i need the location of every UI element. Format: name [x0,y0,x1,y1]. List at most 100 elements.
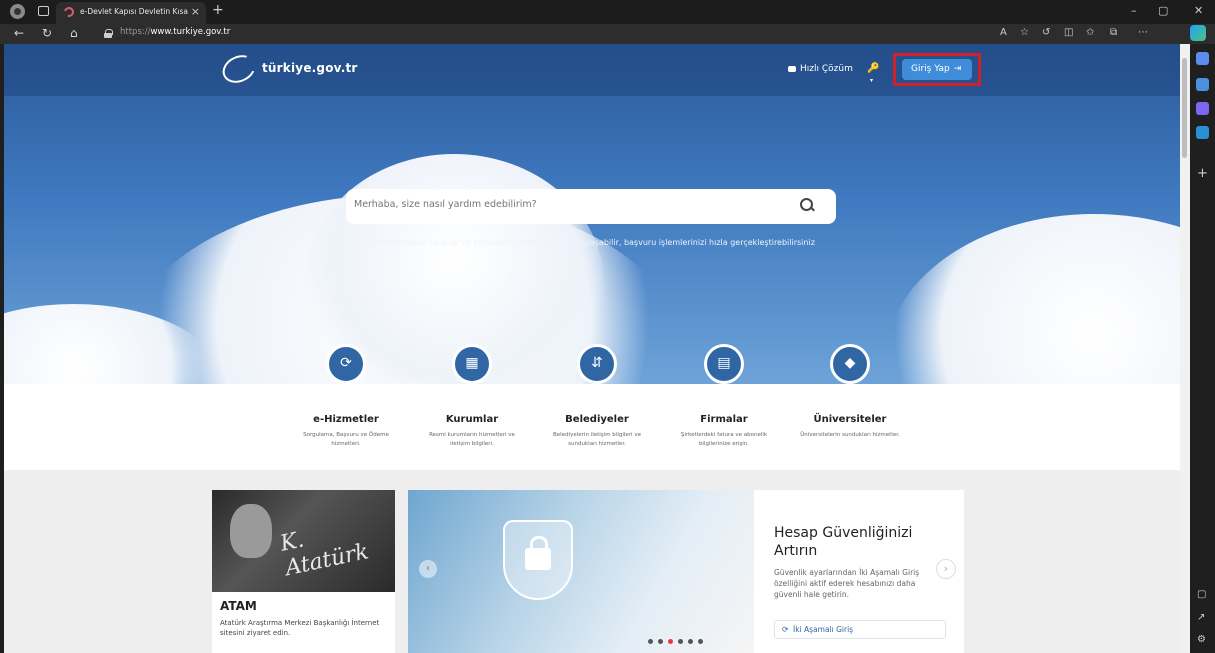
new-tab-button[interactable]: + [212,2,224,18]
giris-yap-button[interactable]: Giriş Yap ⇥ [902,59,972,80]
search-icon[interactable] [800,198,814,212]
service-circle: ⟳ [326,344,366,384]
read-aloud-icon[interactable]: A [1000,27,1007,38]
sync-icon: ⟳ [782,625,789,634]
hizli-cozum-label: Hızlı Çözüm [800,64,853,74]
home-icon[interactable]: ⌂ [70,26,78,40]
atam-card[interactable]: K. Atatürk ATAM Atatürk Araştırma Merkez… [212,490,395,653]
service-circle: ▦ [452,344,492,384]
profile-icon[interactable] [10,4,25,19]
services-strip [4,384,1180,470]
service-desc: Belediyelerin iletişim bilgileri ve sund… [553,432,641,447]
page-scrollbar[interactable] [1180,44,1190,653]
chat-icon [788,65,796,72]
atam-desc: Atatürk Araştırma Merkezi Başkanlığı İnt… [220,619,380,637]
address-bar-row: ← ↻ ⌂ https://www.turkiye.gov.tr A ☆ ↺ ◫… [0,24,1215,44]
service-title: Belediyeler [565,414,629,425]
graduation-cap-icon: ◆ [844,355,856,371]
search-box[interactable] [346,189,836,224]
security-illustration: ‹ [408,490,754,653]
ataturk-photo: K. Atatürk [212,490,395,592]
split-screen-icon[interactable]: ◫ [1064,27,1073,38]
service-desc: Şirketlerdeki fatura ve abonelik bilgile… [680,432,768,447]
open-external-icon[interactable]: ↗ [1197,612,1205,623]
search-input[interactable] [354,199,774,210]
carousel-dot[interactable] [698,639,703,644]
promo-link-label: İki Aşamalı Giriş [793,625,854,634]
service-desc: Sorgulama, Başvuru ve Ödeme hizmetleri. [303,432,389,447]
carousel-dot[interactable] [648,639,653,644]
carousel-dot-active[interactable] [668,639,673,644]
carousel-dots [648,629,708,648]
service-circle: ⇵ [577,344,617,384]
url-field[interactable]: https://www.turkiye.gov.tr [92,26,1012,42]
service-desc: Resmi kurumların hizmetleri ve iletişim … [429,432,515,447]
minimize-button[interactable]: – [1131,4,1137,17]
shopping-icon[interactable] [1196,78,1209,91]
hide-sidebar-icon[interactable]: ▢ [1197,589,1206,600]
hero-tagline: e-Devlet Kapısı ile bilgi ve belgelerini… [367,238,815,247]
more-menu-icon[interactable]: ⋯ [1138,27,1148,38]
promo-carousel: ‹ Hesap Güvenliğinizi Artırın Güvenlik a… [408,490,964,653]
outlook-icon[interactable] [1196,126,1209,139]
browser-sidebar: + ▢ ↗ ⚙ [1190,44,1215,653]
copilot-icon[interactable] [1190,25,1206,41]
back-icon[interactable]: ← [14,26,24,40]
page-viewport: türkiye.gov.tr Hızlı Çözüm 🔑▾ Giriş Yap ⇥… [4,44,1180,653]
signpost-icon: ⇵ [591,355,603,371]
promo-desc: Güvenlik ayarlarından İki Aşamalı Giriş … [774,568,920,599]
factory-icon: ▤ [717,355,731,371]
turkiye-logo-icon[interactable] [218,50,260,88]
carousel-dot[interactable] [688,639,693,644]
top-navigation: türkiye.gov.tr Hızlı Çözüm 🔑▾ Giriş Yap ⇥ [4,44,1180,96]
atam-title: ATAM [220,599,257,613]
site-logo-text[interactable]: türkiye.gov.tr [262,61,358,75]
favorites-icon[interactable]: ✩ [1086,27,1094,38]
tab-close-icon[interactable]: × [191,5,200,18]
service-title: Kurumlar [445,414,499,425]
carousel-prev-icon[interactable]: ‹ [419,560,437,578]
padlock-icon [525,536,551,570]
service-circle: ▤ [704,344,744,384]
lock-icon[interactable] [104,29,113,38]
hero-section: türkiye.gov.tr Hızlı Çözüm 🔑▾ Giriş Yap ⇥… [4,44,1180,384]
maximize-button[interactable]: ▢ [1158,4,1168,17]
service-desc: Üniversitelerin sundukları hizmetler. [800,432,900,438]
service-circle: ◆ [830,344,870,384]
cloud-decoration [884,214,1180,384]
building-icon: ▦ [465,355,479,371]
iki-asamali-giris-link[interactable]: ⟳ İki Aşamalı Giriş [774,620,946,639]
tab-title: e-Devlet Kapısı Devletin Kısayolu [80,7,188,16]
sidebar-settings-icon[interactable]: ⚙ [1197,634,1206,645]
add-sidebar-app-icon[interactable]: + [1197,166,1208,181]
carousel-dot[interactable] [658,639,663,644]
url-text: https://www.turkiye.gov.tr [120,27,231,37]
scroll-thumb[interactable] [1182,58,1187,158]
browser-tab-active[interactable]: e-Devlet Kapısı Devletin Kısayolu × [56,2,206,24]
featured-section: K. Atatürk ATAM Atatürk Araştırma Merkez… [4,470,1180,653]
hizli-cozum-button[interactable]: Hızlı Çözüm [782,60,859,80]
signature-image: K. Atatürk [278,527,371,582]
refresh-extension-icon[interactable]: ↺ [1042,27,1050,38]
accessibility-menu-button[interactable]: 🔑▾ [861,60,891,84]
promo-title: Hesap Güvenliğinizi Artırın [774,525,913,559]
service-title: e-Hizmetler [313,414,379,425]
portrait-silhouette [230,504,272,558]
login-arrow-icon: ⇥ [953,64,962,74]
favorite-star-icon[interactable]: ☆ [1020,27,1029,38]
tools-icon[interactable] [1196,102,1209,115]
tab-favicon-icon [62,5,76,19]
service-title: Firmalar [700,414,748,425]
close-window-button[interactable]: ✕ [1194,4,1203,17]
refresh-icon[interactable]: ↻ [42,26,52,40]
refresh-circle-icon: ⟳ [340,355,352,371]
workspaces-icon[interactable] [38,6,49,16]
carousel-next-icon[interactable]: › [936,559,956,579]
carousel-dot[interactable] [678,639,683,644]
collections-icon[interactable]: ⧉ [1110,27,1117,38]
giris-yap-label: Giriş Yap [911,64,950,74]
search-sidebar-icon[interactable] [1196,52,1209,65]
key-icon: 🔑 [867,63,880,74]
service-title: Üniversiteler [813,414,887,425]
chevron-down-icon: ▾ [870,77,874,84]
